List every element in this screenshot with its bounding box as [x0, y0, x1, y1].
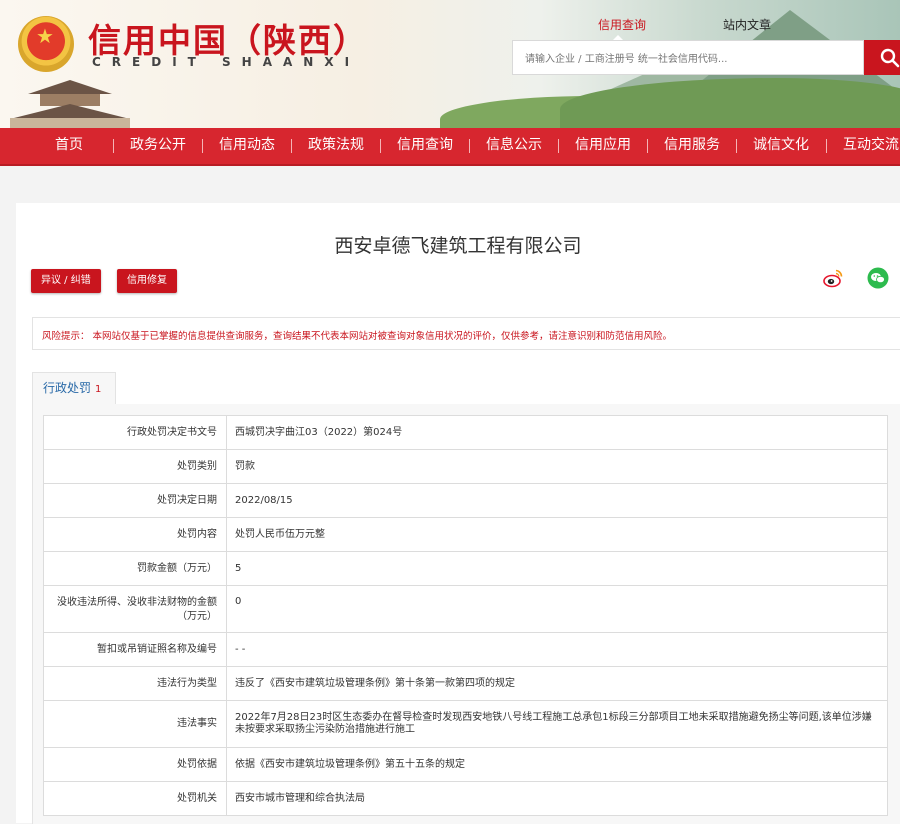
search-button[interactable]	[864, 40, 900, 75]
tab-label: 行政处罚	[43, 381, 92, 395]
table-row: 处罚机关 西安市城市管理和综合执法局	[43, 781, 888, 816]
nav-divider	[558, 139, 559, 153]
table-row: 处罚类别 罚款	[43, 449, 888, 484]
company-detail-card: 西安卓德飞建筑工程有限公司 异议 / 纠错 信用修复 风险提示： 本网站仅基于已…	[16, 203, 900, 824]
site-header: ★ 信用中国（陕西） CREDIT SHAANXI 信用查询 站内文章	[0, 0, 900, 128]
field-label: 处罚依据	[43, 747, 227, 782]
tab-administrative-penalty[interactable]: 行政处罚 1	[32, 372, 117, 405]
field-value: 0	[226, 585, 888, 633]
field-value: 罚款	[226, 449, 888, 484]
tab-site-articles[interactable]: 站内文章	[723, 16, 771, 33]
nav-divider	[113, 139, 114, 153]
field-label: 违法行为类型	[43, 666, 227, 701]
table-row: 没收违法所得、没收非法财物的金额（万元） 0	[43, 585, 888, 633]
nav-divider	[291, 139, 292, 153]
table-row: 处罚依据 依据《西安市建筑垃圾管理条例》第五十五条的规定	[43, 747, 888, 782]
credit-repair-button[interactable]: 信用修复	[117, 269, 177, 293]
nav-divider	[647, 139, 648, 153]
field-label: 罚款金额（万元）	[43, 551, 227, 586]
table-row: 处罚决定日期 2022/08/15	[43, 483, 888, 518]
site-subtitle: CREDIT SHAANXI	[92, 55, 361, 69]
field-label: 暂扣或吊销证照名称及编号	[43, 632, 227, 667]
field-value: 2022/08/15	[226, 483, 888, 518]
search-box	[512, 40, 864, 75]
field-label: 处罚机关	[43, 781, 227, 816]
nav-info-disclosure[interactable]: 信息公示	[486, 128, 542, 164]
field-value: 依据《西安市建筑垃圾管理条例》第五十五条的规定	[226, 747, 888, 782]
table-row: 暂扣或吊销证照名称及编号 - -	[43, 632, 888, 667]
nav-credit-service[interactable]: 信用服务	[664, 128, 720, 164]
table-row: 处罚内容 处罚人民币伍万元整	[43, 517, 888, 552]
nav-divider	[826, 139, 827, 153]
table-row: 违法事实 2022年7月28日23时区生态委办在督导检查时发现西安地铁八号线工程…	[43, 700, 888, 748]
nav-divider	[380, 139, 381, 153]
search-input[interactable]	[523, 49, 857, 69]
nav-credit-query[interactable]: 信用查询	[397, 128, 453, 164]
table-row: 罚款金额（万元） 5	[43, 551, 888, 586]
field-value: - -	[226, 632, 888, 667]
record-tabs: 行政处罚 1	[32, 372, 900, 405]
national-emblem-icon[interactable]: ★	[18, 16, 74, 72]
tab-credit-query[interactable]: 信用查询	[598, 16, 646, 41]
nav-interaction[interactable]: 互动交流	[843, 128, 899, 164]
wechat-icon[interactable]	[867, 267, 889, 289]
table-row: 违法行为类型 违反了《西安市建筑垃圾管理条例》第十条第一款第四项的规定	[43, 666, 888, 701]
search-icon	[880, 48, 900, 68]
weibo-icon[interactable]	[822, 267, 844, 289]
nav-home[interactable]: 首页	[55, 128, 83, 164]
nav-credit-news[interactable]: 信用动态	[219, 128, 275, 164]
field-value: 违反了《西安市建筑垃圾管理条例》第十条第一款第四项的规定	[226, 666, 888, 701]
field-label: 违法事实	[43, 700, 227, 748]
nav-divider	[736, 139, 737, 153]
field-label: 没收违法所得、没收非法财物的金额（万元）	[43, 585, 227, 633]
field-value: 西安市城市管理和综合执法局	[226, 781, 888, 816]
field-label: 处罚决定日期	[43, 483, 227, 518]
field-value: 处罚人民币伍万元整	[226, 517, 888, 552]
field-label: 行政处罚决定书文号	[43, 415, 227, 450]
field-value: 2022年7月28日23时区生态委办在督导检查时发现西安地铁八号线工程施工总承包…	[226, 700, 888, 748]
table-row: 行政处罚决定书文号 西城罚决字曲江03（2022）第024号	[43, 415, 888, 450]
tab-count-badge: 1	[95, 384, 102, 395]
pagoda-decoration	[0, 70, 130, 128]
objection-button[interactable]: 异议 / 纠错	[31, 269, 101, 293]
field-value: 5	[226, 551, 888, 586]
field-label: 处罚类别	[43, 449, 227, 484]
field-value: 西城罚决字曲江03（2022）第024号	[226, 415, 888, 450]
nav-policies[interactable]: 政策法规	[308, 128, 364, 164]
risk-notice: 风险提示： 本网站仅基于已掌握的信息提供查询服务，查询结果不代表本网站对被查询对…	[32, 317, 900, 350]
penalty-table: 行政处罚决定书文号 西城罚决字曲江03（2022）第024号 处罚类别 罚款 处…	[43, 415, 888, 816]
nav-government-affairs[interactable]: 政务公开	[130, 128, 186, 164]
nav-credit-application[interactable]: 信用应用	[575, 128, 631, 164]
field-label: 处罚内容	[43, 517, 227, 552]
nav-divider	[469, 139, 470, 153]
nav-integrity-culture[interactable]: 诚信文化	[753, 128, 809, 164]
nav-divider	[202, 139, 203, 153]
risk-notice-text: 风险提示： 本网站仅基于已掌握的信息提供查询服务，查询结果不代表本网站对被查询对…	[42, 331, 673, 342]
company-name: 西安卓德飞建筑工程有限公司	[334, 235, 582, 257]
main-nav: 首页 政务公开 信用动态 政策法规 信用查询 信息公示 信用应用 信用服务 诚信…	[0, 128, 900, 166]
